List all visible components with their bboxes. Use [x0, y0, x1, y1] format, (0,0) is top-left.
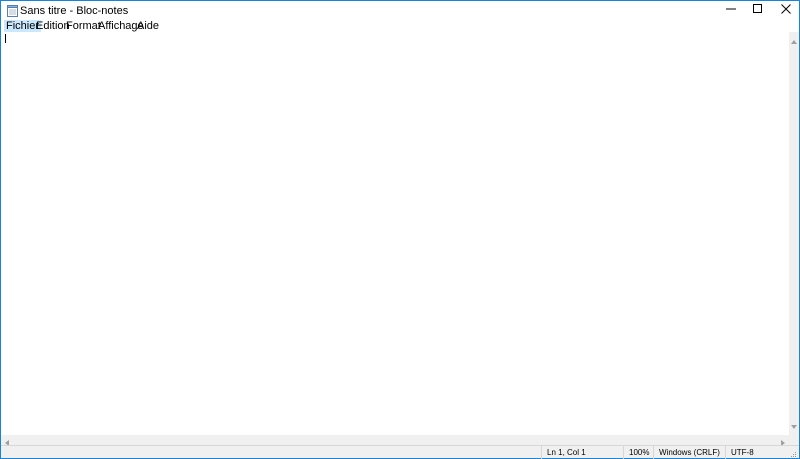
horizontal-scrollbar[interactable] [1, 435, 789, 446]
status-encoding: UTF-8 [725, 446, 799, 459]
menu-aide[interactable]: Aide [135, 20, 161, 32]
title-bar[interactable]: Sans titre - Bloc-notes [1, 1, 799, 20]
close-icon [780, 4, 791, 17]
text-caret [5, 34, 6, 43]
resize-grip-icon[interactable] [789, 449, 797, 457]
maximize-icon [752, 4, 763, 17]
status-zoom: 100% [623, 446, 653, 459]
maximize-button[interactable] [744, 1, 771, 20]
scrollbar-corner [789, 435, 799, 445]
close-button[interactable] [772, 1, 799, 20]
notepad-window: Sans titre - Bloc-notes Fichier Edition … [0, 0, 800, 459]
status-cursor-position: Ln 1, Col 1 [541, 446, 623, 459]
scroll-up-icon[interactable] [791, 35, 797, 47]
minimize-button[interactable] [717, 1, 744, 20]
status-bar: Ln 1, Col 1 100% Windows (CRLF) UTF-8 [1, 445, 799, 459]
minimize-icon [725, 4, 736, 17]
text-editor[interactable] [1, 32, 789, 435]
status-line-ending: Windows (CRLF) [653, 446, 720, 459]
vertical-scrollbar[interactable] [789, 32, 799, 435]
scroll-down-icon[interactable] [791, 420, 797, 432]
window-title: Sans titre - Bloc-notes [20, 5, 129, 17]
notepad-icon[interactable] [7, 5, 18, 17]
menu-bar: Fichier Edition Format Affichage Aide [1, 20, 799, 32]
